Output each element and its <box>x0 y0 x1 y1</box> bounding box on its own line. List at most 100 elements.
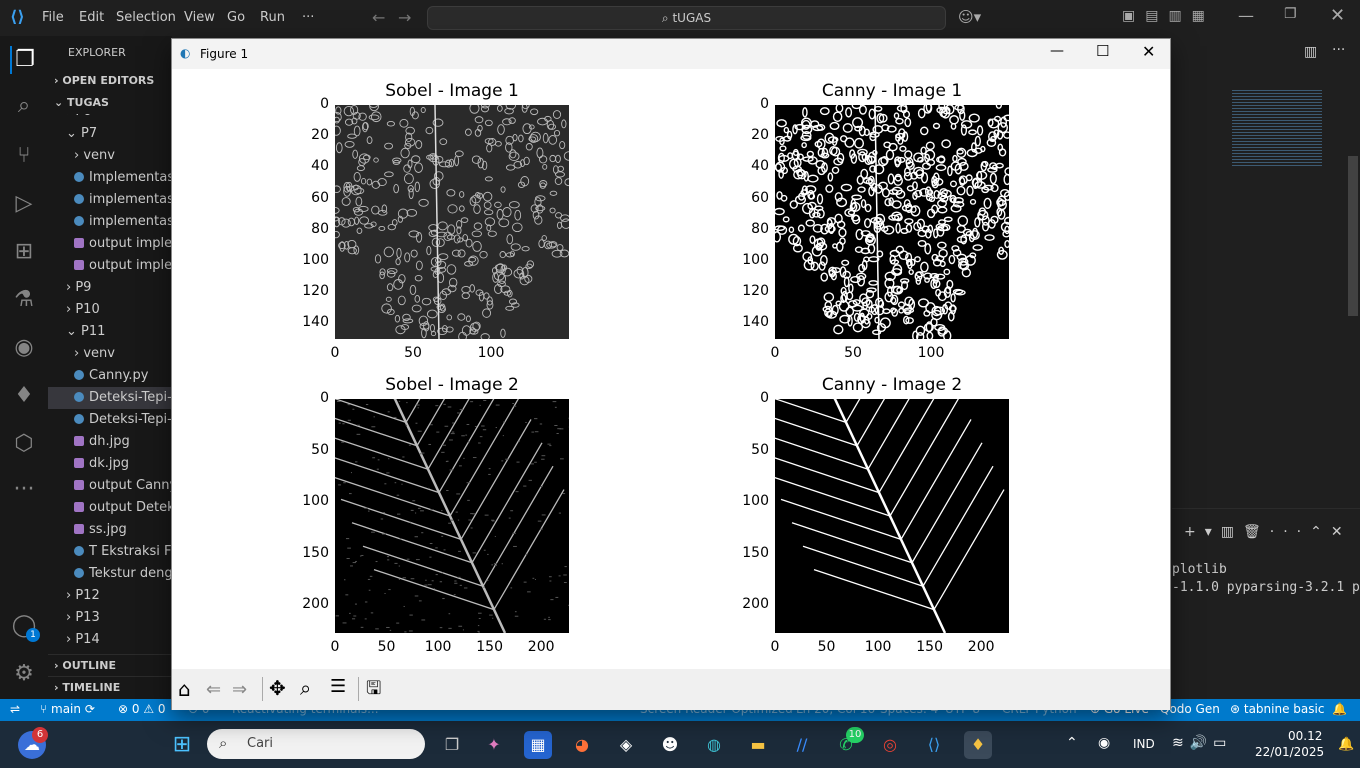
file-explorer-icon[interactable]: ▬ <box>744 731 772 759</box>
more-actions-icon[interactable]: ··· <box>1332 42 1345 58</box>
more-icon[interactable]: ··· <box>10 476 38 504</box>
back-icon[interactable]: ⇐ <box>206 679 221 700</box>
minimize-icon[interactable]: — <box>1050 43 1064 59</box>
tree-item[interactable]: output Canny. <box>48 475 172 497</box>
tree-item[interactable]: output implen <box>48 233 172 255</box>
close-icon[interactable]: ✕ <box>1330 5 1345 26</box>
run-debug-icon[interactable]: ▷ <box>10 190 38 218</box>
scrollbar[interactable] <box>1348 156 1358 316</box>
tree-item[interactable]: output implen <box>48 255 172 277</box>
branch-indicator[interactable]: ⑂ main ⟳ <box>40 702 95 716</box>
restore-icon[interactable]: ❐ <box>1284 6 1297 22</box>
tree-item[interactable]: T Ekstraksi Fitu <box>48 541 172 563</box>
tree-item[interactable]: › venv <box>48 343 172 365</box>
tree-item[interactable]: › venv <box>48 145 172 167</box>
tree-item-label: output Deteks <box>89 500 172 515</box>
show-hidden-icons[interactable]: ⌃ <box>1066 735 1078 751</box>
minimize-icon[interactable]: — <box>1238 6 1254 25</box>
close-icon[interactable]: ✕ <box>1142 42 1155 61</box>
home-icon[interactable]: ⌂ <box>178 677 191 701</box>
forward-arrow-icon[interactable]: → <box>398 8 411 27</box>
zoom-icon[interactable]: ⌕ <box>300 676 311 700</box>
clock-date[interactable]: 22/01/2025 <box>1255 745 1324 759</box>
figure-canvas[interactable]: Sobel - Image 1 0 20 40 60 80 100 120 140 0 50 100 C… <box>172 69 1170 669</box>
tree-item[interactable]: Deteksi-Tepi-S <box>48 387 172 409</box>
source-control-icon[interactable]: ⑂ <box>10 142 38 170</box>
python-icon[interactable]: ♦ <box>10 382 38 410</box>
clock-time[interactable]: 00.12 <box>1288 729 1322 743</box>
copilot-app-icon[interactable]: ✦ <box>480 731 508 759</box>
tree-item[interactable]: ⌄ P7 <box>48 123 172 145</box>
tree-item[interactable]: output Deteks <box>48 497 172 519</box>
remote-icon[interactable]: ⬡ <box>10 430 38 458</box>
extensions-icon[interactable]: ⊞ <box>10 238 38 266</box>
pan-icon[interactable]: ✥ <box>269 676 286 700</box>
tree-item[interactable]: › P9 <box>48 277 172 299</box>
edge-icon[interactable]: ◉ <box>10 334 38 362</box>
tree-item[interactable]: dk.jpg <box>48 453 172 475</box>
menu-selection[interactable]: Selection <box>116 10 176 25</box>
tree-item[interactable]: › P10 <box>48 299 172 321</box>
python-figure-taskbar-icon[interactable]: ♦ <box>964 731 992 759</box>
tree-item[interactable]: Deteksi-Tepi-S <box>48 409 172 431</box>
menu-view[interactable]: View <box>184 10 215 25</box>
layout-toggle-icons[interactable]: ▣▤▥▦ <box>1122 8 1215 24</box>
explorer-icon[interactable]: ❐ <box>10 46 38 74</box>
remote-indicator-icon[interactable]: ⇌ <box>10 702 20 716</box>
copilot-icon[interactable]: ☺▾ <box>958 8 981 26</box>
tree-item[interactable]: implementasi- <box>48 189 172 211</box>
timeline-section[interactable]: › TIMELINE <box>48 676 172 698</box>
open-editors-section[interactable]: › OPEN EDITORS <box>48 70 172 92</box>
game-app-icon[interactable]: ☻ <box>656 731 684 759</box>
start-button-icon[interactable]: ⊞ <box>168 731 196 759</box>
taskbar-search-placeholder: Cari <box>247 736 273 751</box>
configure-subplots-icon[interactable]: ☰ <box>330 676 346 697</box>
network-app-icon[interactable]: ◉ <box>1098 735 1110 751</box>
tree-item[interactable]: implementasi- <box>48 211 172 233</box>
search-icon[interactable]: ⌕ <box>10 92 38 120</box>
app-slash-icon[interactable]: // <box>788 731 816 759</box>
split-editor-icon[interactable]: ▥ <box>1304 44 1317 60</box>
tree-item[interactable]: › P13 <box>48 607 172 629</box>
tree-item[interactable]: Canny.py <box>48 365 172 387</box>
image-file-icon <box>74 502 84 512</box>
vscode-taskbar-icon[interactable]: ⟨⟩ <box>920 731 948 759</box>
dropbox-icon[interactable]: ◈ <box>612 731 640 759</box>
tree-item[interactable]: ss.jpg <box>48 519 172 541</box>
tabnine-button[interactable]: ⊛ tabnine basic <box>1230 702 1324 716</box>
forward-icon[interactable]: ⇒ <box>232 679 247 700</box>
chrome-icon[interactable]: ◎ <box>876 731 904 759</box>
tree-item[interactable]: Implementasi- <box>48 167 172 189</box>
tree-item[interactable]: › P6 <box>48 114 172 123</box>
panel-actions[interactable]: +▾▥🗑···⌃✕ <box>1184 524 1352 540</box>
tree-item[interactable]: dh.jpg <box>48 431 172 453</box>
maximize-icon[interactable]: ☐ <box>1096 42 1109 60</box>
minimap[interactable] <box>1232 88 1322 168</box>
workspace-section[interactable]: ⌄ TUGAS <box>48 92 172 114</box>
problems-indicator[interactable]: ⊗ 0 ⚠ 0 <box>118 702 166 716</box>
outline-section[interactable]: › OUTLINE <box>48 654 172 676</box>
taskbar-search-box[interactable]: ⌕ Cari <box>207 729 425 759</box>
language-indicator[interactable]: IND <box>1133 737 1155 751</box>
firefox-icon[interactable]: ◕ <box>568 731 596 759</box>
testing-icon[interactable]: ⚗ <box>10 286 38 314</box>
menu-edit[interactable]: Edit <box>79 10 104 25</box>
notifications-icon[interactable]: 🔔 <box>1332 702 1347 716</box>
wifi-volume-battery-icons[interactable]: ≋🔊▭ <box>1172 735 1232 751</box>
menu-go[interactable]: Go <box>227 10 245 25</box>
tree-item[interactable]: › P14 <box>48 629 172 651</box>
menu-more[interactable]: ··· <box>302 10 314 25</box>
tree-item[interactable]: ⌄ P11 <box>48 321 172 343</box>
menu-run[interactable]: Run <box>260 10 285 25</box>
notification-bell-icon[interactable]: 🔔 <box>1338 737 1354 752</box>
tree-item[interactable]: Tekstur denga <box>48 563 172 585</box>
store-icon[interactable]: ▦ <box>524 731 552 759</box>
gear-icon[interactable]: ⚙ <box>10 660 38 688</box>
tree-item[interactable]: › P12 <box>48 585 172 607</box>
task-view-icon[interactable]: ❐ <box>438 731 466 759</box>
edge-icon[interactable]: ◍ <box>700 731 728 759</box>
command-center-search[interactable]: ⌕ tUGAS <box>427 6 946 30</box>
save-icon[interactable]: 🖫 <box>366 676 381 706</box>
menu-file[interactable]: File <box>42 10 64 25</box>
back-arrow-icon[interactable]: ← <box>372 8 385 27</box>
